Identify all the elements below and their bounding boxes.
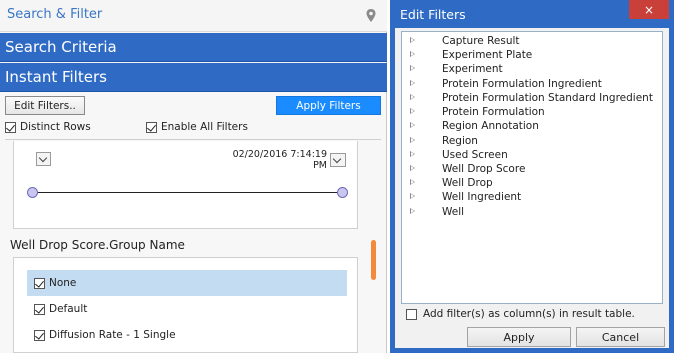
- add-as-columns-option[interactable]: Add filter(s) as column(s) in result tab…: [406, 308, 635, 320]
- expand-arrow-icon[interactable]: [410, 93, 415, 100]
- pin-icon[interactable]: [365, 8, 377, 24]
- add-as-columns-checkbox[interactable]: [406, 308, 417, 320]
- enable-all-filters-checkbox[interactable]: [146, 121, 157, 133]
- filter-tree: Capture Result Experiment Plate Experime…: [401, 31, 663, 304]
- expand-arrow-icon[interactable]: [410, 50, 415, 57]
- apply-filters-button[interactable]: Apply Filters: [276, 96, 381, 115]
- tree-node-label: Protein Formulation: [442, 106, 545, 118]
- tree-node[interactable]: Well Ingredient: [402, 190, 660, 204]
- dialog-title: Edit Filters: [400, 7, 466, 22]
- chevron-down-icon: [332, 154, 342, 163]
- enable-all-filters-label: Enable All Filters: [161, 121, 248, 133]
- range-slider-track[interactable]: [33, 192, 343, 193]
- tree-node[interactable]: Region Annotation: [402, 119, 660, 133]
- apply-button[interactable]: Apply: [467, 327, 571, 347]
- edit-filters-button[interactable]: Edit Filters..: [5, 96, 85, 115]
- cancel-button[interactable]: Cancel: [576, 327, 665, 347]
- end-date-field[interactable]: 02/20/2016 7:14:19 PM: [227, 149, 348, 171]
- tree-node[interactable]: Region: [402, 134, 660, 148]
- tree-node-label: Experiment: [442, 63, 503, 75]
- distinct-rows-checkbox[interactable]: [5, 121, 16, 133]
- tree-node-label: Used Screen: [442, 149, 508, 161]
- expand-arrow-icon[interactable]: [410, 79, 415, 86]
- close-icon: ×: [643, 2, 655, 17]
- expand-arrow-icon[interactable]: [410, 36, 415, 43]
- tree-node[interactable]: Protein Formulation Standard Ingredient: [402, 91, 660, 105]
- expand-arrow-icon[interactable]: [410, 121, 415, 128]
- tree-node[interactable]: Protein Formulation: [402, 105, 660, 119]
- list-item-label: None: [49, 277, 77, 289]
- tree-node-label: Well Ingredient: [442, 191, 522, 203]
- close-button[interactable]: ×: [629, 0, 669, 19]
- expand-arrow-icon[interactable]: [410, 164, 415, 171]
- tree-node[interactable]: Experiment: [402, 62, 660, 76]
- expand-arrow-icon[interactable]: [410, 64, 415, 71]
- distinct-rows-label: Distinct Rows: [20, 121, 91, 133]
- list-item-label: Diffusion Rate - 1 Single: [49, 329, 176, 341]
- tree-node-label: Region: [442, 135, 478, 147]
- tree-node-label: Well Drop: [442, 177, 493, 189]
- search-criteria-header[interactable]: Search Criteria: [0, 33, 387, 62]
- edit-filters-dialog: Edit Filters × Capture Result Experiment…: [390, 0, 674, 353]
- tree-node[interactable]: Experiment Plate: [402, 48, 660, 62]
- list-item-checkbox[interactable]: [34, 303, 45, 315]
- range-slider-start-handle[interactable]: [27, 187, 38, 198]
- list-item[interactable]: None: [27, 270, 347, 296]
- group-filter-title: Well Drop Score.Group Name: [10, 238, 185, 252]
- expand-arrow-icon[interactable]: [410, 207, 415, 214]
- panel-header: Search & Filter: [0, 0, 387, 32]
- divider: [5, 139, 381, 140]
- search-filter-panel: Search & Filter Search Criteria Instant …: [0, 0, 387, 353]
- tree-node-label: Capture Result: [442, 35, 520, 47]
- tree-node-label: Well: [442, 206, 465, 218]
- list-item[interactable]: Default: [27, 296, 347, 322]
- range-slider-end-handle[interactable]: [337, 187, 348, 198]
- enable-all-filters-option[interactable]: Enable All Filters: [146, 121, 248, 133]
- tree-node-label: Experiment Plate: [442, 49, 533, 61]
- expand-arrow-icon[interactable]: [410, 136, 415, 143]
- start-date-dropdown[interactable]: [36, 152, 51, 166]
- dialog-body: Capture Result Experiment Plate Experime…: [395, 28, 669, 348]
- list-item-checkbox[interactable]: [34, 329, 45, 341]
- list-item-label: Default: [49, 303, 88, 315]
- expand-arrow-icon[interactable]: [410, 150, 415, 157]
- tree-node[interactable]: Well Drop Score: [402, 162, 660, 176]
- tree-node-label: Protein Formulation Ingredient: [442, 78, 602, 90]
- tree-node-label: Region Annotation: [442, 120, 539, 132]
- panel-title: Search & Filter: [7, 7, 103, 22]
- tree-node[interactable]: Well: [402, 205, 660, 219]
- tree-node-label: Protein Formulation Standard Ingredient: [442, 92, 653, 104]
- tree-node-label: Well Drop Score: [442, 163, 526, 175]
- filters-scrollbar-thumb[interactable]: [371, 240, 376, 280]
- tree-node[interactable]: Capture Result: [402, 34, 660, 48]
- expand-arrow-icon[interactable]: [410, 107, 415, 114]
- list-item[interactable]: Diffusion Rate - 1 Single: [27, 322, 347, 348]
- end-date-dropdown[interactable]: [330, 152, 346, 167]
- instant-filters-header[interactable]: Instant Filters: [0, 63, 387, 92]
- expand-arrow-icon[interactable]: [410, 192, 415, 199]
- list-item-checkbox[interactable]: [34, 277, 45, 289]
- tree-node[interactable]: Used Screen: [402, 148, 660, 162]
- expand-arrow-icon[interactable]: [410, 178, 415, 185]
- distinct-rows-option[interactable]: Distinct Rows: [5, 121, 91, 133]
- add-as-columns-label: Add filter(s) as column(s) in result tab…: [423, 308, 635, 320]
- end-date-value: 02/20/2016 7:14:19 PM: [232, 148, 327, 171]
- tree-node[interactable]: Protein Formulation Ingredient: [402, 77, 660, 91]
- chevron-down-icon: [38, 153, 48, 163]
- tree-node[interactable]: Well Drop: [402, 176, 660, 190]
